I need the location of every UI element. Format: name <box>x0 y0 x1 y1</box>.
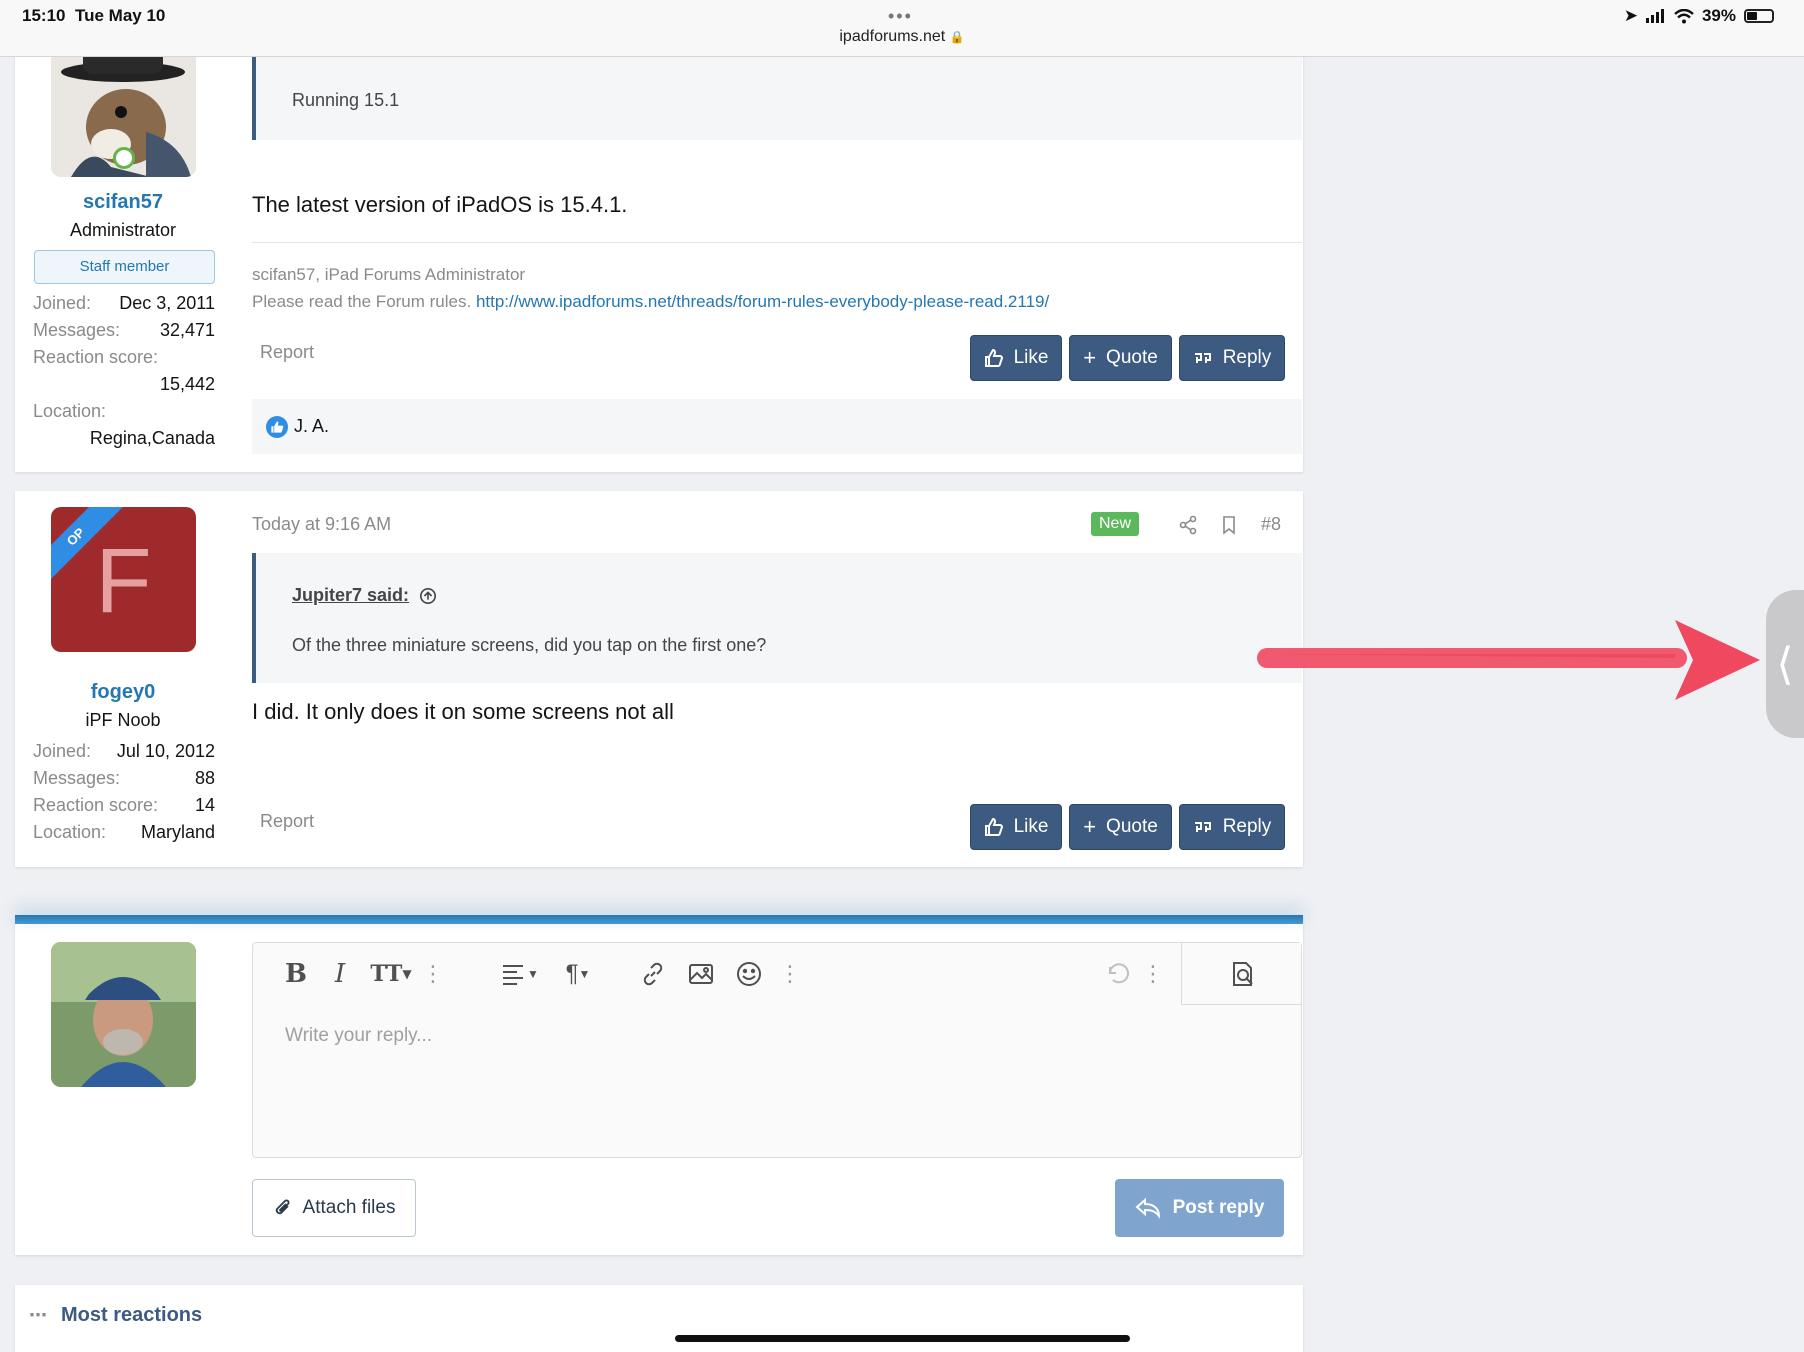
paragraph-icon[interactable]: ¶ ▼ <box>558 959 598 989</box>
most-reactions-header[interactable]: ⋯ Most reactions <box>29 1304 202 1327</box>
more-editor-icon[interactable]: ⋮ <box>1142 959 1164 989</box>
image-icon[interactable] <box>686 959 716 989</box>
post-fogey0: F OP fogey0 iPF Noob Joined: Jul 10, 2012… <box>15 491 1303 867</box>
report-link[interactable]: Report <box>260 342 314 363</box>
url-text: ipadforums.net <box>839 28 946 45</box>
more-insert-icon[interactable]: ⋮ <box>779 959 801 989</box>
link-icon[interactable] <box>638 959 668 989</box>
quote-marks-icon <box>1194 822 1211 832</box>
chevron-left-icon: ⟨ <box>1776 639 1794 689</box>
battery-percent: 39% <box>1701 6 1736 25</box>
status-bar: 15:10 Tue May 10 ••• ipadforums.net 🔒 ➤ … <box>0 0 1804 57</box>
share-icon[interactable] <box>1178 515 1198 535</box>
reply-input[interactable]: Write your reply... <box>285 1025 432 1047</box>
avatar-op[interactable]: F OP <box>51 507 196 652</box>
stat-location-value: Regina,Canada <box>89 428 215 448</box>
undo-icon[interactable] <box>1102 959 1132 989</box>
reaction-users[interactable]: J. A. <box>294 416 329 437</box>
stat-messages: Messages: 88 <box>33 768 215 788</box>
reply-arrow-icon <box>1135 1197 1160 1219</box>
plus-icon: + <box>1083 814 1097 839</box>
more-dots-icon[interactable]: ⋯ <box>29 1305 47 1326</box>
text-size-icon[interactable]: TT ▼ <box>368 959 414 989</box>
signature-line-1: scifan57, iPad Forums Administrator <box>252 265 526 284</box>
quote-author[interactable]: Jupiter7 said: <box>292 585 437 606</box>
stat-reaction-label: Reaction score: <box>33 347 159 367</box>
status-time: 15:10 <box>22 6 66 25</box>
paperclip-icon <box>275 1199 289 1215</box>
like-button[interactable]: Like <box>970 804 1062 850</box>
stat-reaction: Reaction score: 14 <box>33 795 215 815</box>
post-reply-button[interactable]: Post reply <box>1115 1179 1284 1237</box>
user-photo-image <box>51 942 196 1087</box>
bold-icon[interactable]: B <box>281 959 311 989</box>
quote-text: Running 15.1 <box>292 90 400 110</box>
username[interactable]: fogey0 <box>15 681 231 704</box>
staff-badge: Staff member <box>34 250 215 284</box>
stat-location-label: Location: <box>33 401 107 421</box>
italic-icon[interactable]: I <box>325 959 355 989</box>
forum-rules-link[interactable]: http://www.ipadforums.net/threads/forum-… <box>476 292 1049 311</box>
post-scifan57: scifan57 Administrator Staff member Join… <box>15 32 1303 472</box>
like-reaction-icon <box>266 415 288 438</box>
battery-icon <box>1744 9 1774 23</box>
stat-location: Location: Maryland <box>33 822 215 842</box>
user-title: iPF Noob <box>85 710 161 730</box>
bookmark-icon[interactable] <box>1219 515 1239 535</box>
quick-reply-form: B I TT ▼ ⋮ ▼ ¶ ▼ ⋮ ⋮ Write your reply...… <box>15 915 1303 1255</box>
thumbs-up-icon <box>984 348 1003 367</box>
emoji-icon[interactable] <box>734 959 764 989</box>
reply-button[interactable]: Reply <box>1179 804 1285 850</box>
online-status-icon <box>113 147 135 169</box>
stat-joined: Joined: Jul 10, 2012 <box>33 741 215 761</box>
quote-marks-icon <box>1194 353 1211 363</box>
stat-messages: Messages: 32,471 <box>33 320 215 340</box>
username[interactable]: scifan57 <box>15 191 231 214</box>
home-indicator[interactable] <box>675 1335 1130 1342</box>
quote-button[interactable]: + Quote <box>1069 804 1172 850</box>
align-icon[interactable]: ▼ <box>498 959 542 989</box>
more-options-icon[interactable]: ⋮ <box>422 959 444 989</box>
post-number[interactable]: #8 <box>1261 514 1281 535</box>
rich-text-editor: B I TT ▼ ⋮ ▼ ¶ ▼ ⋮ ⋮ Write your reply... <box>252 942 1302 1158</box>
current-user-avatar[interactable] <box>51 942 196 1087</box>
reactions-bar[interactable]: J. A. <box>252 399 1302 454</box>
red-arrow-annotation <box>1255 620 1760 700</box>
post-date[interactable]: Today at 9:16 AM <box>252 514 391 535</box>
quote-button[interactable]: + Quote <box>1069 335 1172 381</box>
lock-icon: 🔒 <box>949 30 965 44</box>
toolbar-divider <box>1181 943 1182 1005</box>
wifi-icon <box>1674 8 1694 23</box>
user-title: Administrator <box>69 220 177 240</box>
like-button[interactable]: Like <box>970 335 1062 381</box>
multitasking-dots-icon[interactable]: ••• <box>888 6 913 27</box>
editor-toolbar: B I TT ▼ ⋮ ▼ ¶ ▼ ⋮ ⋮ <box>253 943 1301 1005</box>
thumbs-up-icon <box>984 817 1003 836</box>
post-body: I did. It only does it on some screens n… <box>252 699 674 724</box>
status-indicators: ➤ 39% <box>1624 6 1774 26</box>
side-panel-handle[interactable]: ⟨ <box>1766 590 1804 738</box>
post-body: The latest version of iPadOS is 15.4.1. <box>252 192 628 217</box>
plus-icon: + <box>1083 345 1097 370</box>
quote-block: Jupiter7 said: Of the three miniature sc… <box>252 553 1302 683</box>
arrow-up-circle-icon[interactable] <box>419 587 437 605</box>
stat-reaction-value: 15,442 <box>159 374 215 394</box>
signature-line-2: Please read the Forum rules. http://www.… <box>252 292 1050 311</box>
new-badge: New <box>1091 512 1140 536</box>
url-bar[interactable]: ipadforums.net 🔒 <box>0 28 1804 46</box>
preview-icon[interactable] <box>1228 959 1258 989</box>
reply-button[interactable]: Reply <box>1179 335 1285 381</box>
status-date: Tue May 10 <box>75 6 166 25</box>
signature-divider <box>252 242 1302 243</box>
signal-icon <box>1645 9 1664 23</box>
stat-joined: Joined: Dec 3, 2011 <box>33 293 215 313</box>
attach-files-button[interactable]: Attach files <box>252 1179 416 1237</box>
reply-form-accent-bar <box>15 915 1303 924</box>
location-icon: ➤ <box>1623 6 1638 25</box>
report-link[interactable]: Report <box>260 811 314 832</box>
quote-text: Of the three miniature screens, did you … <box>292 635 767 655</box>
